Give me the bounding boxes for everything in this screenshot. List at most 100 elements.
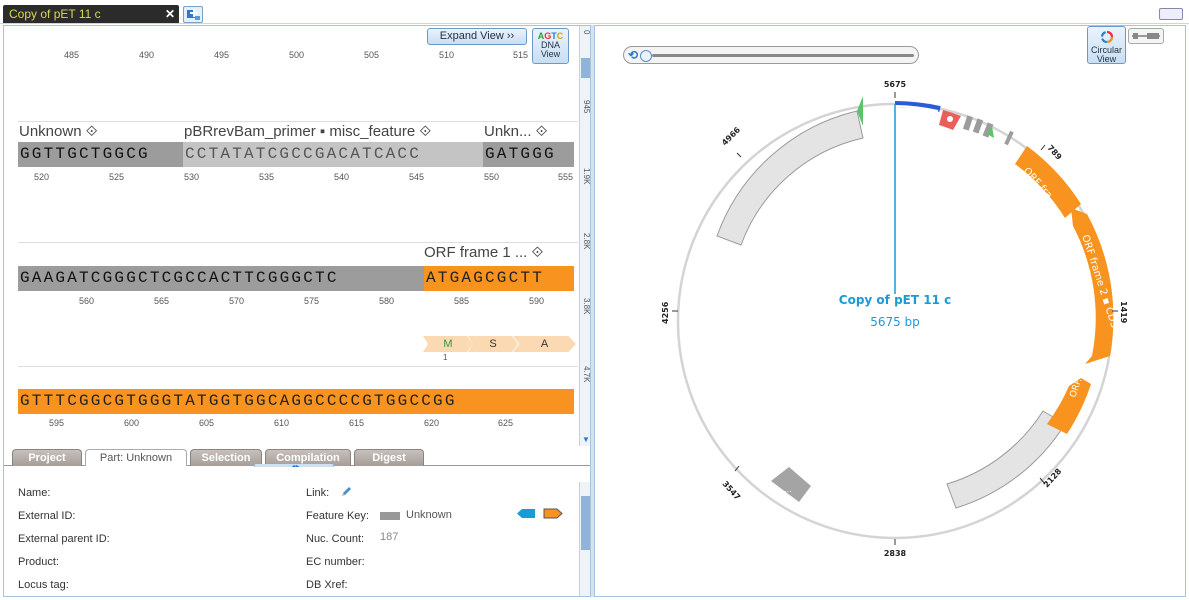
close-icon[interactable]: ✕: [165, 5, 175, 23]
tick-label: 789: [1046, 143, 1064, 162]
ruler-number: 555: [558, 172, 574, 182]
ruler-number: 565: [154, 296, 170, 306]
ruler-number: 580: [379, 296, 395, 306]
tick-label: 4256: [661, 301, 670, 324]
expand-view-button[interactable]: Expand View ››: [427, 28, 527, 45]
ruler-number: 485: [64, 50, 80, 60]
ruler-number: 610: [274, 418, 290, 428]
sequence-segment-orf[interactable]: ATGAGCGCTT: [424, 266, 574, 291]
ruler-number: 515: [513, 50, 529, 60]
ruler-number: 550: [484, 172, 500, 182]
tick-mark: [1040, 144, 1046, 151]
tick-label: 3547: [721, 479, 743, 502]
tick-label: 5675: [884, 80, 907, 89]
ruler-number: 620: [424, 418, 440, 428]
nuc-count-value: 187: [380, 531, 399, 543]
scroll-down-icon[interactable]: ▼: [582, 435, 590, 444]
row-separator: [18, 121, 578, 122]
scroll-position-label: 0: [582, 30, 591, 35]
feature-label: ...: [784, 485, 792, 494]
plasmid-map[interactable]: ... ORF fra... ORF frame 2 ▪ CDS ORF...: [595, 26, 1186, 597]
field-link-label: Link:: [306, 487, 330, 499]
sequence-segment[interactable]: GAAGATCGGGCTCGCCACTTCGGGCTC: [18, 266, 424, 291]
tab-selection[interactable]: Selection: [190, 449, 262, 466]
ruler-number: 585: [454, 296, 470, 306]
amino-acid[interactable]: M: [423, 336, 473, 352]
scroll-position-label: 3.8K: [582, 298, 591, 315]
aa-index: 1: [443, 353, 448, 362]
strand-direction-icon[interactable]: [517, 508, 563, 519]
amino-acid[interactable]: S: [468, 336, 518, 352]
plasmid-length: 5675 bp: [870, 315, 920, 329]
ruler-number: 560: [79, 296, 95, 306]
row-separator: [18, 242, 578, 243]
scrollbar-thumb[interactable]: [581, 496, 590, 550]
ruler-number: 540: [334, 172, 350, 182]
field-ec-number-label: EC number:: [306, 556, 365, 568]
tick-mark: [736, 152, 742, 158]
document-tab[interactable]: Copy of pET 11 c ✕: [3, 5, 179, 23]
sequence-segment-orf[interactable]: GTTTCGGCGTGGGTATGGTGGCAGGCCCCGTGGCCGG: [18, 389, 574, 414]
sequence-segment[interactable]: CCTATATCGCCGACATCACC: [183, 142, 483, 167]
scroll-position-label: 1.9K: [582, 168, 591, 185]
sequence-segment[interactable]: GATGGG: [483, 142, 574, 167]
ruler-number: 590: [529, 296, 545, 306]
feature-label-unknown-2[interactable]: Unkn... ⟐: [484, 123, 548, 140]
ruler-number: 500: [289, 50, 305, 60]
ruler-number: 625: [498, 418, 514, 428]
dna-view-button[interactable]: AGTC DNA View: [532, 28, 569, 64]
inspector-scrollbar[interactable]: [579, 482, 590, 596]
inspector-tabs: Project Part: Unknown Selection Compilat…: [4, 446, 590, 466]
plasmid-name: Copy of pET 11 c: [839, 293, 951, 307]
field-locus-tag-label: Locus tag:: [18, 579, 69, 591]
window-layout-button[interactable]: [1159, 8, 1183, 20]
row-separator: [18, 366, 578, 367]
field-external-parent-id-label: External parent ID:: [18, 533, 110, 545]
field-name-label: Name:: [18, 487, 51, 499]
add-part-icon: [187, 9, 200, 20]
ruler-number: 600: [124, 418, 140, 428]
feature-label-orf1[interactable]: ORF frame 1 ... ⟐: [424, 244, 543, 261]
ruler-number: 505: [364, 50, 380, 60]
tab-digest[interactable]: Digest: [354, 449, 424, 466]
orf-feature[interactable]: [1015, 146, 1081, 218]
feature-key-value[interactable]: Unknown: [406, 509, 452, 521]
tick-label: 1419: [1119, 301, 1128, 324]
map-panel: ⟲ Circular View ... ORF fra... ORF frame…: [594, 25, 1186, 597]
field-nuc-count-label: Nuc. Count:: [306, 533, 365, 545]
ruler-number: 605: [199, 418, 215, 428]
field-db-xref-label: DB Xref:: [306, 579, 348, 591]
document-tab-title: Copy of pET 11 c: [9, 7, 101, 21]
gray-block[interactable]: [962, 115, 974, 131]
tick-label: 4966: [720, 125, 742, 147]
ruler-number: 615: [349, 418, 365, 428]
ruler-number: 595: [49, 418, 65, 428]
feature-color-swatch: [380, 512, 400, 520]
scrollbar-thumb[interactable]: [581, 58, 590, 78]
tab-part[interactable]: Part: Unknown: [85, 449, 187, 466]
scroll-position-label: 945: [582, 100, 591, 114]
sequence-scrollbar[interactable]: 0 945 1.9K 2.8K 3.8K 4.7K ▼: [579, 26, 591, 446]
scroll-position-label: 4.7K: [582, 366, 591, 383]
new-tab-button[interactable]: [183, 6, 203, 23]
tab-project[interactable]: Project: [12, 449, 82, 466]
ruler-number: 510: [439, 50, 455, 60]
ruler-number: 570: [229, 296, 245, 306]
gray-feature[interactable]: [946, 410, 1066, 509]
ruler-number: 535: [259, 172, 275, 182]
gray-block[interactable]: [972, 118, 984, 134]
pencil-icon[interactable]: [340, 486, 352, 498]
scroll-position-label: 2.8K: [582, 233, 591, 250]
sequence-panel: Expand View ›› AGTC DNA View 485 490 495…: [3, 25, 591, 597]
ruler-number: 575: [304, 296, 320, 306]
ruler-number: 495: [214, 50, 230, 60]
amino-acid[interactable]: A: [513, 336, 576, 352]
ruler-number: 520: [34, 172, 50, 182]
ruler-number: 490: [139, 50, 155, 60]
field-feature-key-label: Feature Key:: [306, 510, 369, 522]
feature-label-unknown[interactable]: Unknown ⟐: [19, 123, 98, 140]
sequence-segment[interactable]: GGTTGCTGGCG: [18, 142, 183, 167]
feature-label-primer[interactable]: pBRrevBam_primer ▪ misc_feature ⟐: [184, 123, 431, 140]
sequence-view[interactable]: Expand View ›› AGTC DNA View 485 490 495…: [4, 26, 579, 446]
red-feature-dot: [947, 116, 953, 122]
